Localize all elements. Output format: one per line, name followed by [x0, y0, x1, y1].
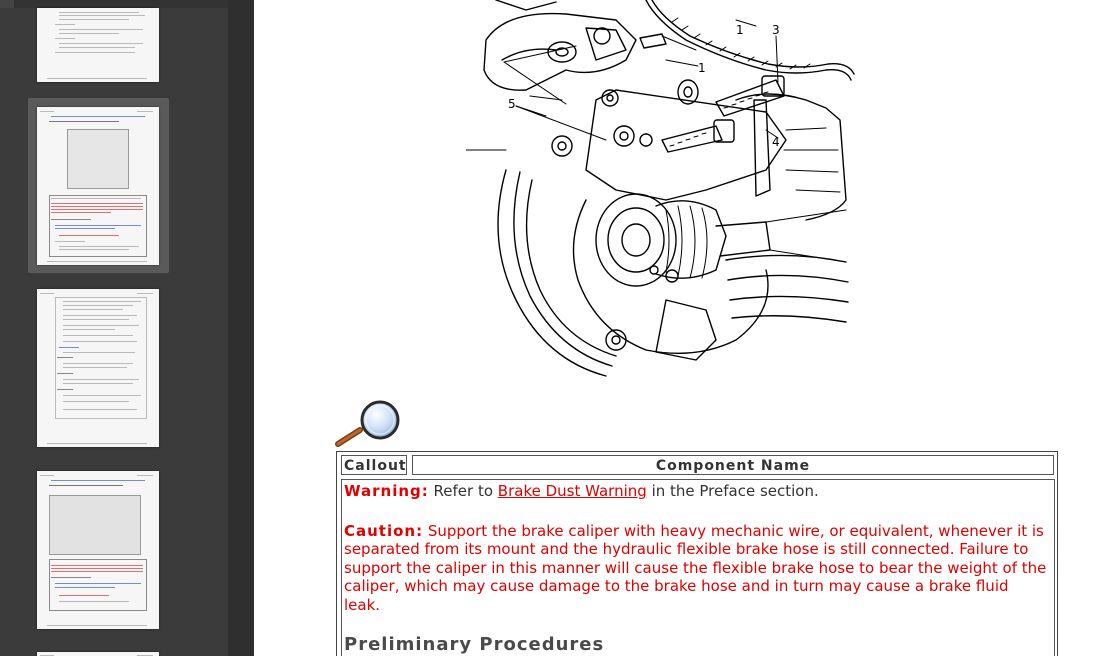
thumbnail-sidebar: [0, 0, 254, 656]
warning-paragraph: Warning: Refer to Brake Dust Warning in …: [344, 482, 1054, 501]
callout-table: Callout Component Name Warning: Refer to…: [336, 451, 1058, 656]
caution-label: Caution:: [344, 521, 424, 540]
brake-caliper-diagram: 1 1 3 5 4: [466, 0, 855, 377]
caution-line-4: caliper, which may cause damage to the b…: [344, 577, 1009, 595]
brake-dust-warning-link[interactable]: Brake Dust Warning: [498, 482, 647, 500]
page-thumbnail-5[interactable]: [37, 652, 159, 656]
warning-text-pre: Refer to: [428, 482, 498, 500]
warning-label: Warning:: [344, 482, 429, 500]
caution-line-5: leak.: [344, 595, 381, 614]
caution-line-2: separated from its mount and the hydraul…: [344, 540, 1029, 558]
page-thumbnail-2[interactable]: [37, 107, 159, 265]
table-body-cell: Warning: Refer to Brake Dust Warning in …: [341, 479, 1055, 656]
warning-text-post: in the Preface section.: [646, 482, 819, 500]
callout-label: 4: [772, 135, 780, 149]
caution-line-3: support the caliper in this manner will …: [344, 558, 1047, 577]
column-header-callout: Callout: [341, 455, 407, 475]
callout-label: 5: [508, 97, 516, 111]
caution-paragraph: Caution: Support the brake caliper with …: [344, 522, 1054, 615]
page-thumbnail-3[interactable]: [37, 289, 159, 447]
sidebar-scroll-track[interactable]: [228, 0, 254, 656]
sidebar-top-edge: [0, 0, 228, 8]
callout-label: 3: [772, 23, 780, 37]
document-page: 1 1 3 5 4 Callout Component Name Warning…: [254, 0, 1115, 656]
page-thumbnail-4[interactable]: [37, 471, 159, 629]
caution-line-1: Support the brake caliper with heavy mec…: [423, 521, 1044, 540]
magnifying-glass-icon[interactable]: [334, 398, 406, 450]
callout-label: 1: [698, 61, 706, 75]
page-thumbnail-1[interactable]: [37, 8, 159, 82]
column-header-component-name: Component Name: [412, 455, 1054, 475]
callout-label: 1: [736, 23, 744, 37]
section-heading-preliminary-procedures: Preliminary Procedures: [344, 634, 605, 655]
